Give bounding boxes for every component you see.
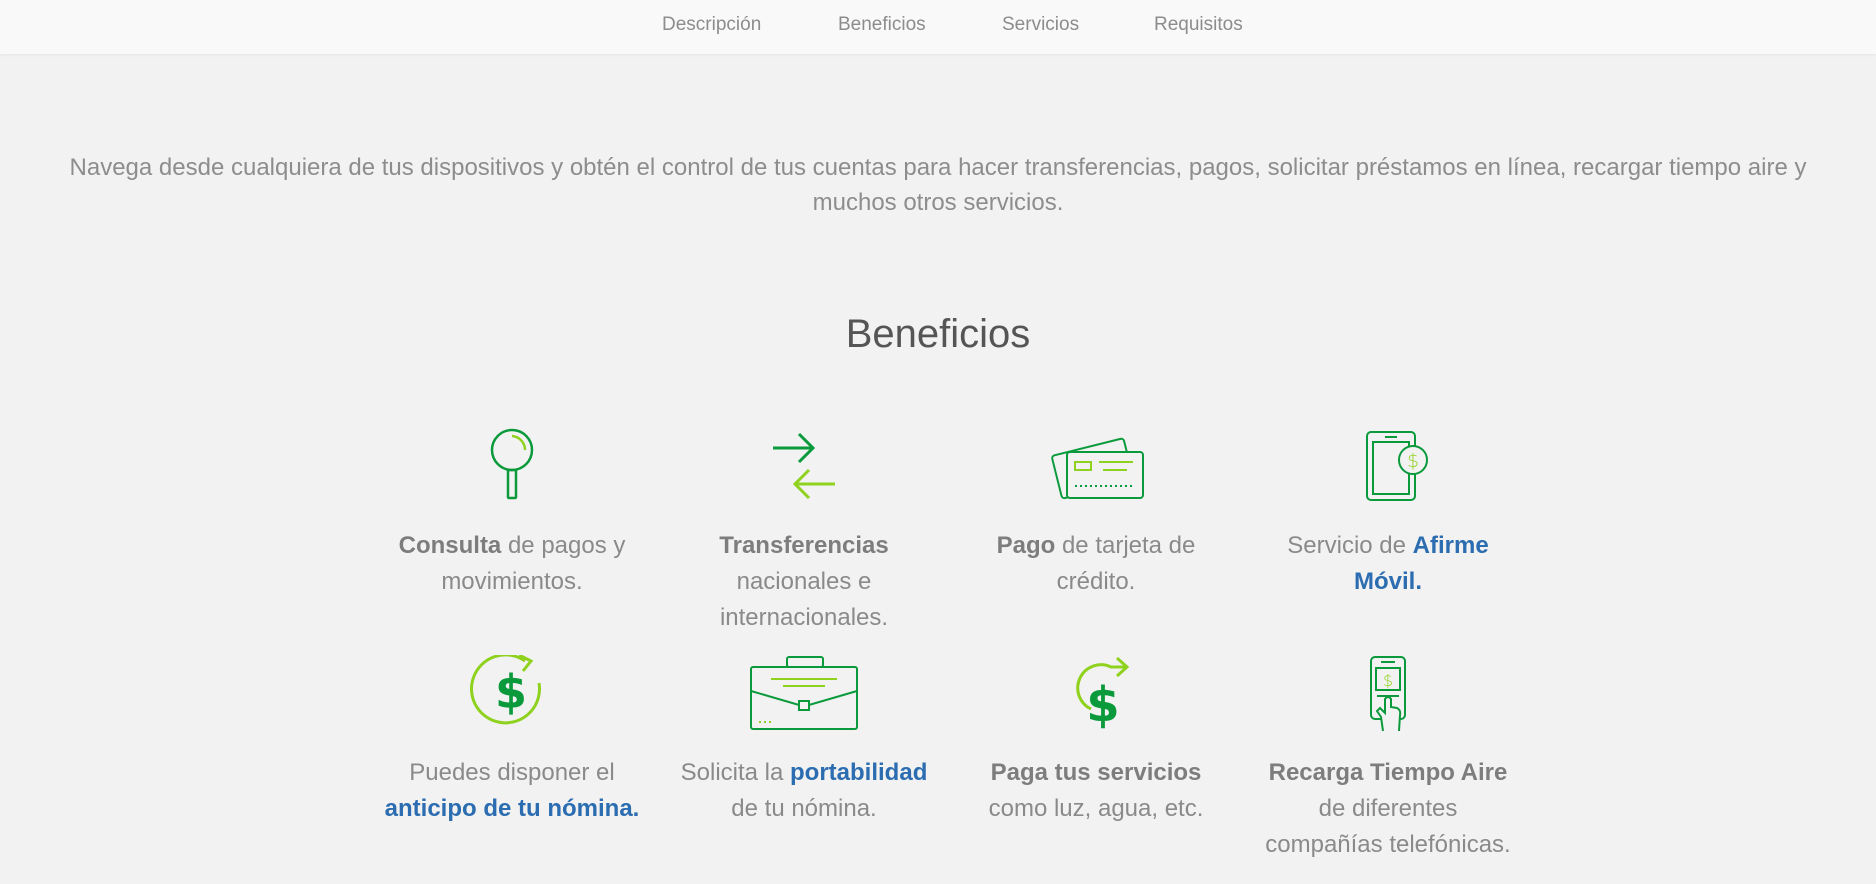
svg-text:$: $: [1383, 671, 1393, 690]
nav-link-beneficios[interactable]: Beneficios: [838, 14, 926, 36]
intro-paragraph: Navega desde cualquiera de tus dispositi…: [69, 154, 1807, 216]
section-title: Beneficios: [845, 312, 1031, 356]
benefit-text: Pago de tarjeta de crédito.: [996, 532, 1196, 595]
dollar-cycle-icon: $: [470, 655, 541, 725]
benefit-portabilidad: Solicita la portabilidad de tu nómina.: [674, 655, 934, 827]
benefit-text: Transferencias nacionales e internaciona…: [719, 532, 889, 631]
benefit-text: Solicita la portabilidad de tu nómina.: [680, 759, 928, 822]
top-navigation: Descripción Beneficios Servicios Requisi…: [0, 0, 1876, 54]
mobile-dollar-icon: $: [1366, 431, 1428, 501]
magnifier-icon: [490, 428, 534, 500]
svg-text:$: $: [495, 665, 527, 719]
benefit-anticipo-nomina: $ Puedes disponer el anticipo de tu nómi…: [382, 655, 642, 827]
nav-link-requisitos[interactable]: Requisitos: [1154, 14, 1243, 36]
briefcase-icon: [750, 656, 858, 730]
benefit-text: Paga tus servicios como luz, agua, etc.: [988, 759, 1204, 822]
nav-link-descripcion[interactable]: Descripción: [662, 14, 761, 36]
benefit-transferencias: Transferencias nacionales e internaciona…: [674, 428, 934, 636]
nav-link-servicios[interactable]: Servicios: [1002, 14, 1079, 36]
benefit-consulta: Consulta de pagos y movimientos.: [382, 428, 642, 600]
benefit-text: Puedes disponer el anticipo de tu nómina…: [384, 759, 640, 822]
svg-text:$: $: [1407, 450, 1419, 472]
benefit-afirme-movil: $ Servicio de Afirme Móvil.: [1258, 428, 1518, 600]
transfer-arrows-icon: [773, 432, 835, 500]
phone-tap-icon: $: [1370, 656, 1406, 731]
benefit-text: Consulta de pagos y movimientos.: [398, 532, 626, 595]
benefit-pago-tarjeta: Pago de tarjeta de crédito.: [966, 428, 1226, 600]
credit-cards-icon: [1051, 437, 1144, 500]
benefit-recarga-tiempo-aire: $ Recarga Tiempo Aire de diferentes comp…: [1258, 655, 1518, 863]
dollar-arrow-icon: $: [1076, 656, 1130, 731]
benefit-paga-servicios: $ Paga tus servicios como luz, agua, etc…: [966, 655, 1226, 827]
svg-text:$: $: [1086, 677, 1119, 731]
benefit-text: Recarga Tiempo Aire de diferentes compañ…: [1265, 759, 1511, 858]
benefit-text: Servicio de Afirme Móvil.: [1287, 532, 1489, 595]
